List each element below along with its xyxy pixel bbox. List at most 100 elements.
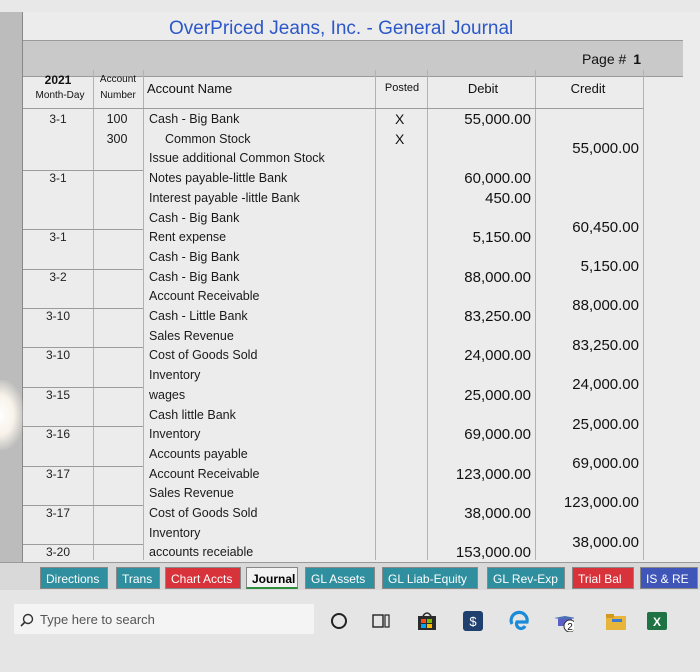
journal-title-bar: OverPriced Jeans, Inc. - General Journal	[23, 15, 683, 43]
debit-amount[interactable]: 5,150.00	[427, 229, 531, 246]
entry-date[interactable]: 3-15	[23, 388, 93, 402]
posted-mark[interactable]: X	[395, 131, 404, 147]
sheet-tab-trial-bal[interactable]: Trial Bal	[572, 567, 634, 589]
edge-icon[interactable]	[508, 610, 530, 632]
debit-amount[interactable]: 88,000.00	[427, 269, 531, 286]
account-name[interactable]: Account Receivable	[149, 289, 259, 303]
store-icon[interactable]	[416, 610, 438, 632]
account-name-header: Account Name	[147, 81, 233, 96]
entry-date[interactable]: 3-2	[23, 270, 93, 284]
account-number-header-2: Number	[100, 90, 136, 101]
account-name[interactable]: Interest payable -little Bank	[149, 191, 300, 205]
debit-amount[interactable]: 55,000.00	[427, 111, 531, 128]
account-name[interactable]: Cash - Big Bank	[149, 270, 239, 284]
debit-amount[interactable]: 38,000.00	[427, 505, 531, 522]
entry-date[interactable]: 3-10	[23, 309, 93, 323]
year-header: 2021	[44, 73, 72, 87]
cortana-circle-icon[interactable]	[328, 610, 350, 632]
sheet-tab-directions[interactable]: Directions	[40, 567, 108, 589]
entry-date[interactable]: 3-20	[23, 545, 93, 559]
teams-icon[interactable]: 2	[552, 610, 574, 632]
taskbar-search-box[interactable]: Type here to search	[14, 604, 314, 634]
entry-date[interactable]: 3-10	[23, 348, 93, 362]
account-name[interactable]: Inventory	[149, 427, 200, 441]
sheet-tab-journal[interactable]: Journal	[246, 567, 298, 589]
posted-header: Posted	[384, 82, 420, 94]
credit-amount[interactable]: 25,000.00	[535, 416, 639, 433]
account-name[interactable]: Common Stock	[165, 132, 250, 146]
spreadsheet-area[interactable]: OverPriced Jeans, Inc. - General Journal…	[22, 12, 700, 564]
account-name[interactable]: Cash - Little Bank	[149, 309, 248, 323]
account-name[interactable]: Cost of Goods Sold	[149, 506, 257, 520]
account-name[interactable]: Notes payable-little Bank	[149, 171, 287, 185]
tradingview-icon[interactable]: $	[462, 610, 484, 632]
page-number: 1	[633, 51, 641, 67]
entry-date[interactable]: 3-16	[23, 427, 93, 441]
debit-header: Debit	[467, 81, 499, 96]
credit-amount[interactable]: 123,000.00	[535, 494, 639, 511]
sheet-tab-gl-liab-equity[interactable]: GL Liab-Equity	[382, 567, 478, 589]
header-divider	[23, 108, 643, 109]
account-name[interactable]: Cash little Bank	[149, 408, 236, 422]
credit-header: Credit	[570, 81, 606, 96]
account-number[interactable]: 100	[95, 112, 139, 126]
window-top-strip	[0, 0, 700, 12]
debit-amount[interactable]: 123,000.00	[427, 466, 531, 483]
debit-amount[interactable]: 60,000.00	[427, 170, 531, 187]
sheet-tab-is-re[interactable]: IS & RE	[640, 567, 698, 589]
entry-date[interactable]: 3-1	[23, 171, 93, 185]
sheet-tab-gl-assets[interactable]: GL Assets	[305, 567, 375, 589]
debit-amount[interactable]: 25,000.00	[427, 387, 531, 404]
debit-amount[interactable]: 24,000.00	[427, 347, 531, 364]
notification-badge: 2	[567, 622, 573, 632]
svg-text:X: X	[653, 615, 661, 629]
windows-taskbar: Type here to search $ 2 X	[0, 590, 700, 672]
debit-amount[interactable]: 450.00	[427, 190, 531, 207]
account-name[interactable]: Rent expense	[149, 230, 226, 244]
debit-amount[interactable]: 69,000.00	[427, 426, 531, 443]
account-name[interactable]: Account Receivable	[149, 467, 259, 481]
account-name[interactable]: accounts receiable	[149, 545, 253, 559]
posted-mark[interactable]: X	[395, 111, 404, 127]
credit-amount[interactable]: 5,150.00	[535, 258, 639, 275]
account-number[interactable]: 300	[95, 132, 139, 146]
account-name[interactable]: Inventory	[149, 526, 200, 540]
credit-amount[interactable]: 88,000.00	[535, 297, 639, 314]
account-name[interactable]: wages	[149, 388, 185, 402]
account-name[interactable]: Issue additional Common Stock	[149, 151, 325, 165]
entry-date[interactable]: 3-1	[23, 112, 93, 126]
sheet-tab-bar: Directions Trans Chart Accts Journal GL Asse…	[0, 562, 700, 591]
excel-icon[interactable]: X	[646, 610, 668, 632]
file-explorer-icon[interactable]	[604, 610, 626, 632]
credit-amount[interactable]: 83,250.00	[535, 337, 639, 354]
account-name[interactable]: Cost of Goods Sold	[149, 348, 257, 362]
entry-date[interactable]: 3-17	[23, 467, 93, 481]
column-line	[643, 70, 644, 560]
column-line	[93, 70, 94, 560]
page-indicator: Page # 1	[582, 51, 641, 67]
account-name[interactable]: Cash - Big Bank	[149, 112, 239, 126]
account-name[interactable]: Cash - Big Bank	[149, 250, 239, 264]
entry-date[interactable]: 3-1	[23, 230, 93, 244]
search-icon	[20, 613, 34, 627]
sheet-tab-gl-rev-exp[interactable]: GL Rev-Exp	[487, 567, 565, 589]
account-name[interactable]: Sales Revenue	[149, 329, 234, 343]
credit-amount[interactable]: 55,000.00	[535, 140, 639, 157]
account-name[interactable]: Inventory	[149, 368, 200, 382]
page-label: Page #	[581, 51, 627, 67]
journal-title: OverPriced Jeans, Inc. - General Journal	[169, 18, 514, 39]
sheet-tab-chart-accts[interactable]: Chart Accts	[165, 567, 241, 589]
debit-amount[interactable]: 153,000.00	[427, 544, 531, 561]
entry-date[interactable]: 3-17	[23, 506, 93, 520]
sheet-tab-trans[interactable]: Trans	[116, 567, 160, 589]
account-name[interactable]: Accounts payable	[149, 447, 248, 461]
credit-amount[interactable]: 38,000.00	[535, 534, 639, 551]
account-number-header-1: Account	[99, 74, 137, 85]
debit-amount[interactable]: 83,250.00	[427, 308, 531, 325]
credit-amount[interactable]: 24,000.00	[535, 376, 639, 393]
account-name[interactable]: Cash - Big Bank	[149, 211, 239, 225]
account-name[interactable]: Sales Revenue	[149, 486, 234, 500]
credit-amount[interactable]: 60,450.00	[535, 219, 639, 236]
credit-amount[interactable]: 69,000.00	[535, 455, 639, 472]
task-view-icon[interactable]	[370, 610, 392, 632]
